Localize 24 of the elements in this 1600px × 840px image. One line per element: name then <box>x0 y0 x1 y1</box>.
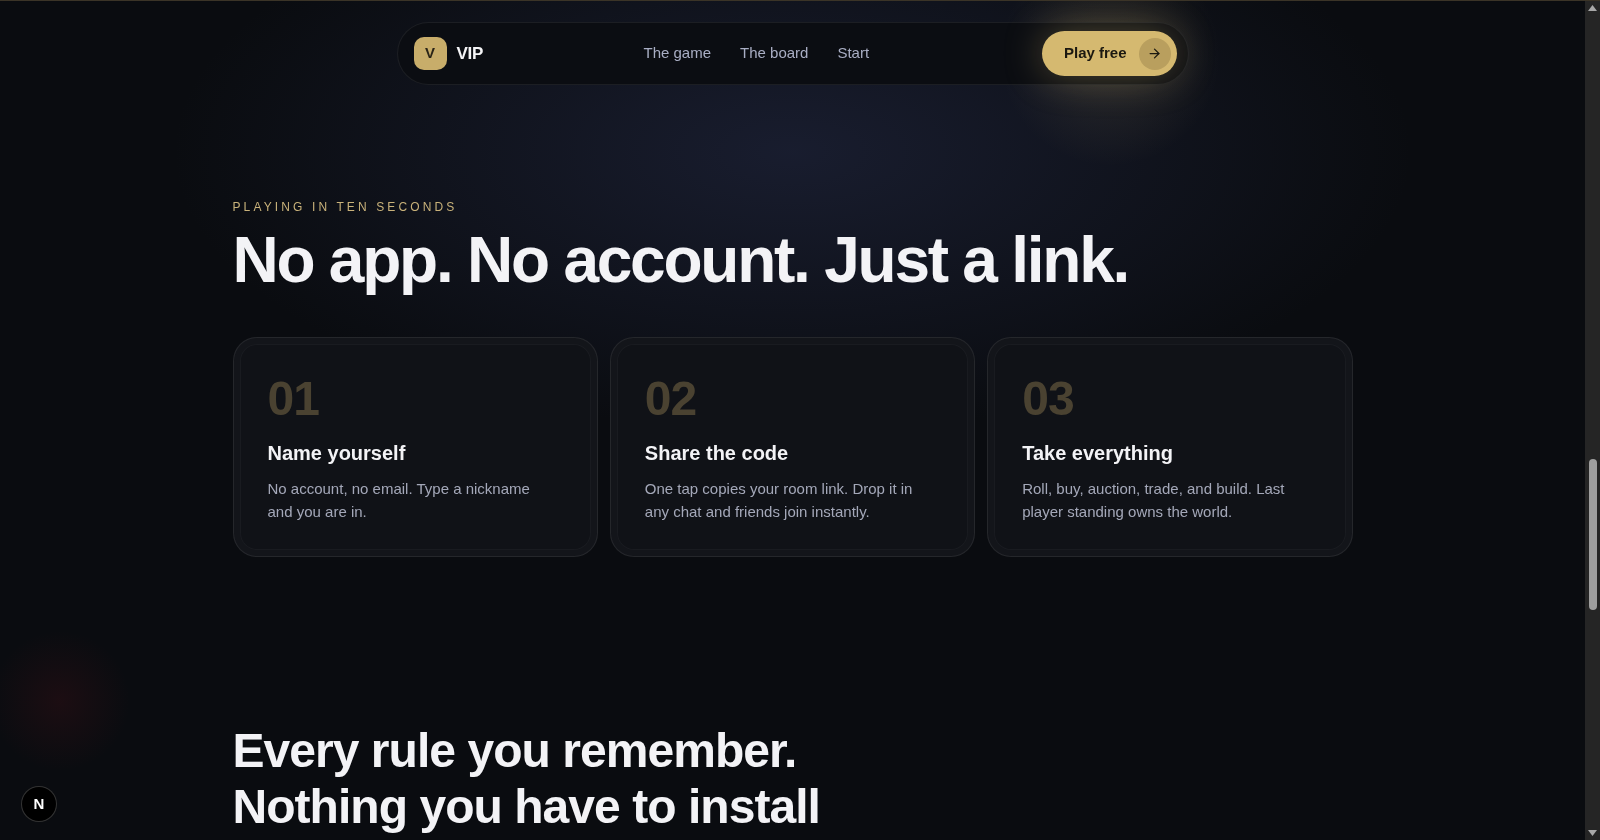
step-description: One tap copies your room link. Drop it in any chat and friends join instantly. <box>644 479 914 522</box>
scrollbar[interactable] <box>1585 1 1600 840</box>
brand-name[interactable]: VIP <box>456 40 483 67</box>
scroll-up-icon[interactable] <box>1588 5 1597 11</box>
arrow-right-icon <box>1138 37 1171 70</box>
step-title: Share the code <box>644 441 790 466</box>
step-number: 02 <box>644 371 698 426</box>
nav-link[interactable]: Start <box>837 42 870 65</box>
step-number: 01 <box>267 371 320 426</box>
play-free-button[interactable]: Play free <box>1041 31 1177 76</box>
dev-tools-badge[interactable]: N <box>21 786 57 822</box>
scrollbar-thumb[interactable] <box>1588 459 1597 610</box>
step-title: Take everything <box>1022 441 1174 466</box>
eyebrow-label: PLAYING IN TEN SECONDS <box>232 199 459 215</box>
step-number: 03 <box>1022 371 1075 426</box>
scroll-down-icon[interactable] <box>1588 830 1597 836</box>
step-description: Roll, buy, auction, trade, and build. Last player standing owns the world. <box>1022 479 1286 522</box>
step-title: Name yourself <box>267 441 407 466</box>
section-heading: Every rule you remember. Nothing you have to install <box>232 723 820 835</box>
nav-link[interactable]: The board <box>740 42 809 65</box>
logo-mark[interactable]: V <box>413 37 447 70</box>
nav-link[interactable]: The game <box>643 42 712 65</box>
section-heading: No app. No account. Just a link. <box>232 223 1130 297</box>
step-description: No account, no email. Type a nickname and you are in. <box>267 479 531 522</box>
